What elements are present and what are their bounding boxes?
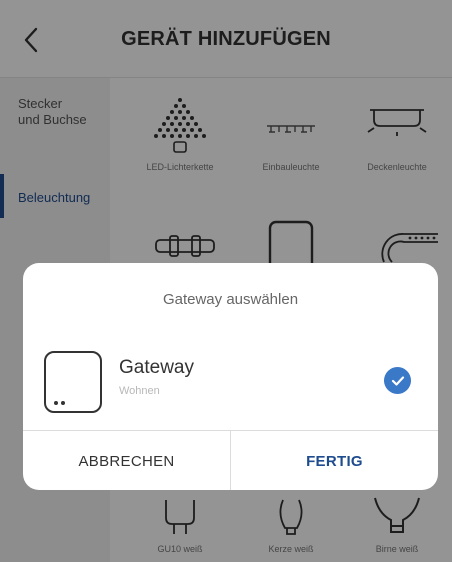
gateway-device-icon: [44, 351, 102, 413]
gateway-list-item[interactable]: Gateway Wohnen: [23, 333, 438, 423]
gateway-room: Wohnen: [119, 385, 160, 397]
dialog-footer: ABBRECHEN FERTIG: [23, 430, 438, 490]
selected-checkmark[interactable]: [384, 367, 411, 394]
gateway-select-dialog: Gateway auswählen Gateway Wohnen ABBRECH…: [23, 263, 438, 490]
checkmark-icon: [391, 375, 404, 386]
dialog-title: Gateway auswählen: [162, 291, 299, 308]
gateway-name: Gateway: [119, 357, 194, 378]
add-device-screen: GERÄT HINZUFÜGEN Stecker und Buchse Bele…: [0, 0, 452, 562]
cancel-button[interactable]: ABBRECHEN: [23, 431, 230, 490]
done-button[interactable]: FERTIG: [231, 431, 438, 490]
